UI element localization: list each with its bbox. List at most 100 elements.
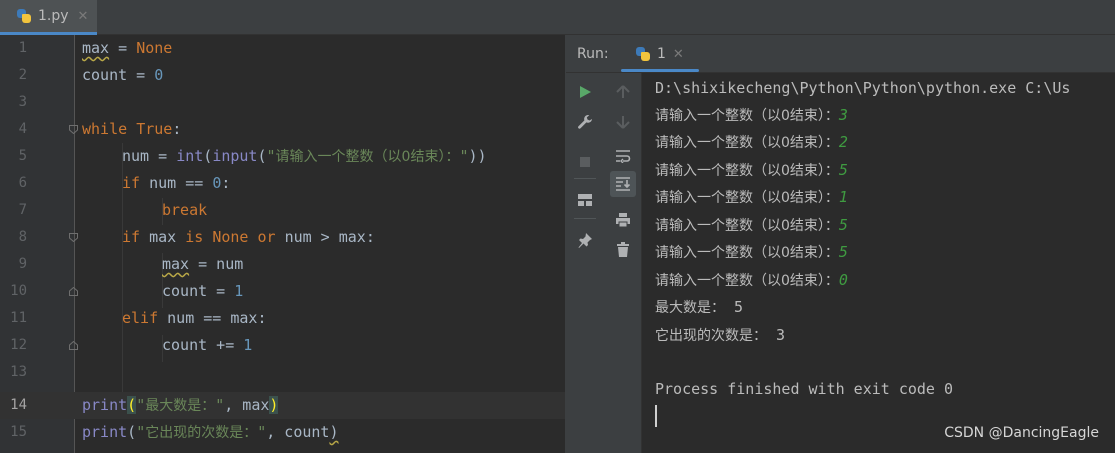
watermark: CSDN @DancingEagle xyxy=(944,425,1099,441)
line-number: 2 xyxy=(18,67,27,83)
console-line: 请输入一个整数（以0结束）：2 xyxy=(655,132,848,153)
code-token: " xyxy=(266,147,276,165)
code-token: 请输入一个整数（以0结束）： xyxy=(275,149,460,165)
code-token: : xyxy=(172,120,182,138)
max-value: 5 xyxy=(725,298,744,316)
code-line[interactable]: 5 num = int(input("请输入一个整数（以0结束）：")) xyxy=(0,143,565,170)
editor-tab-bar: 1.py ✕ xyxy=(0,0,1115,35)
line-number: 14 xyxy=(10,397,27,413)
max-label: 最大数是： xyxy=(655,300,725,316)
text-caret xyxy=(655,405,657,427)
editor-tab-1-py[interactable]: 1.py ✕ xyxy=(0,0,97,35)
close-run-tab-icon[interactable]: ✕ xyxy=(673,47,684,62)
stop-icon xyxy=(580,157,590,167)
code-line[interactable]: 6 if num == 0: xyxy=(0,170,565,197)
soft-wrap-button[interactable] xyxy=(610,143,636,169)
console-line: 请输入一个整数（以0结束）：5 xyxy=(655,160,848,181)
line-number: 15 xyxy=(10,424,27,440)
code-editor[interactable]: 1 max = None 2 count = 0 3 4 while True:… xyxy=(0,35,565,453)
fold-marker-icon[interactable] xyxy=(69,233,78,242)
stop-button[interactable] xyxy=(572,149,598,175)
code-token: or xyxy=(257,228,285,246)
count-label: 它出现的次数是： xyxy=(655,328,767,344)
code-line[interactable]: 4 while True: xyxy=(0,116,565,143)
settings-button[interactable] xyxy=(572,109,598,135)
code-token: num = xyxy=(122,147,177,165)
pin-tab-button[interactable] xyxy=(572,227,598,253)
code-line[interactable]: 15 print("它出现的次数是：", count) xyxy=(0,419,565,446)
prompt-text: 请输入一个整数（以0结束）： xyxy=(655,163,839,179)
code-token: count = xyxy=(82,66,155,84)
command-line: D:\shixikecheng\Python\Python\python.exe… xyxy=(655,79,1071,97)
fold-marker-icon[interactable] xyxy=(69,125,78,134)
line-number: 3 xyxy=(18,94,27,110)
code-token: None xyxy=(136,39,173,57)
code-token: " xyxy=(257,423,267,441)
code-token: num == max: xyxy=(167,309,267,327)
clear-all-button[interactable] xyxy=(610,237,636,263)
code-line-current[interactable]: 14 print("最大数是：", max) xyxy=(0,392,565,419)
code-line[interactable]: 2 count = 0 xyxy=(0,62,565,89)
run-tab-1[interactable]: 1 ✕ xyxy=(621,35,699,73)
fold-marker-icon[interactable] xyxy=(69,287,78,296)
code-token: int xyxy=(176,147,204,165)
code-token: 1 xyxy=(234,282,244,300)
code-token: ) xyxy=(329,423,339,441)
print-icon xyxy=(616,213,630,228)
line-number: 5 xyxy=(18,148,27,164)
code-token: print xyxy=(82,396,128,414)
console-line: 请输入一个整数（以0结束）：5 xyxy=(655,215,848,236)
code-line[interactable]: 10 count = 1 xyxy=(0,278,565,305)
user-input: 3 xyxy=(838,106,848,124)
rerun-button[interactable] xyxy=(572,79,598,105)
code-token: 1 xyxy=(243,336,253,354)
code-line[interactable]: 1 max = None xyxy=(0,35,565,62)
exit-message: Process finished with exit code 0 xyxy=(655,380,954,398)
code-token: 0 xyxy=(154,66,164,84)
code-line[interactable]: 13 xyxy=(0,359,565,386)
console-line: 它出现的次数是： 3 xyxy=(655,325,785,346)
code-token: 最大数是： xyxy=(145,398,216,414)
code-token: ) xyxy=(269,396,279,414)
previous-occurrence-button[interactable] xyxy=(610,79,636,105)
code-line[interactable]: 9 max = num xyxy=(0,251,565,278)
line-number: 10 xyxy=(10,283,27,299)
console-output[interactable]: D:\shixikecheng\Python\Python\python.exe… xyxy=(643,73,1115,453)
code-line[interactable]: 12 count += 1 xyxy=(0,332,565,359)
trash-icon xyxy=(617,242,629,257)
line-number: 6 xyxy=(18,175,27,191)
code-line[interactable]: 3 xyxy=(0,89,565,116)
python-file-icon xyxy=(635,46,651,62)
scroll-to-end-icon xyxy=(616,177,631,191)
close-tab-icon[interactable]: ✕ xyxy=(78,9,89,24)
code-token: ( xyxy=(127,396,137,414)
code-token: , max xyxy=(224,396,270,414)
console-line: 请输入一个整数（以0结束）：0 xyxy=(655,270,848,291)
soft-wrap-icon xyxy=(616,150,631,163)
line-number: 7 xyxy=(18,202,27,218)
code-token: elif xyxy=(122,309,168,327)
code-line[interactable]: 8 if max is None or num > max: xyxy=(0,224,565,251)
code-token: count += xyxy=(162,336,244,354)
run-toolbar-primary xyxy=(566,73,604,453)
code-token: count = xyxy=(162,282,235,300)
run-header: Run: 1 ✕ xyxy=(566,35,1115,73)
prompt-text: 请输入一个整数（以0结束）： xyxy=(655,108,839,124)
code-token: num > max: xyxy=(284,228,375,246)
code-token: while xyxy=(82,120,137,138)
count-value: 3 xyxy=(767,326,786,344)
print-button[interactable] xyxy=(610,207,636,233)
code-token: ( xyxy=(203,147,213,165)
console-line: 请输入一个整数（以0结束）：5 xyxy=(655,242,848,263)
user-input: 5 xyxy=(838,243,848,261)
layout-button[interactable] xyxy=(572,187,598,213)
code-line[interactable]: 11 elif num == max: xyxy=(0,305,565,332)
code-token: 0 xyxy=(212,174,222,192)
next-occurrence-button[interactable] xyxy=(610,109,636,135)
code-token: " xyxy=(136,423,146,441)
scroll-to-end-button[interactable] xyxy=(610,171,636,197)
code-line[interactable]: 7 break xyxy=(0,197,565,224)
fold-marker-icon[interactable] xyxy=(69,341,78,350)
code-token: None xyxy=(212,228,258,246)
prompt-text: 请输入一个整数（以0结束）： xyxy=(655,273,839,289)
